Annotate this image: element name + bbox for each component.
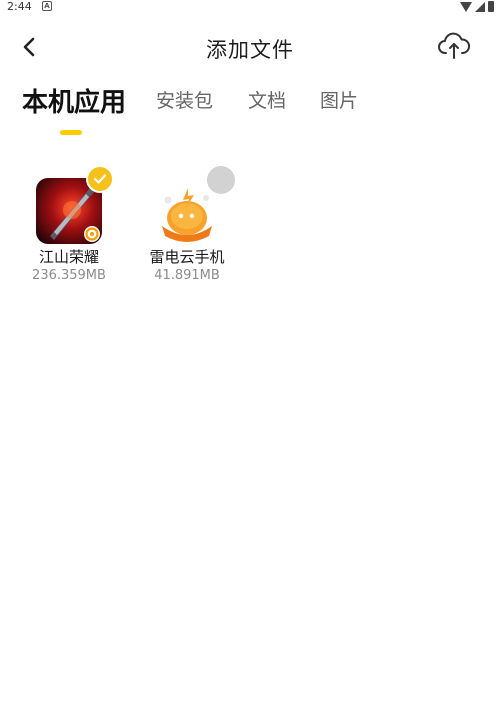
active-tab-indicator xyxy=(60,130,82,135)
check-icon xyxy=(93,174,107,184)
app-name: 江山荣耀 xyxy=(38,248,99,266)
header: 添加文件 xyxy=(0,22,500,72)
tab-install-packages[interactable]: 安装包 xyxy=(156,86,213,113)
battery-icon xyxy=(488,1,494,12)
wifi-icon xyxy=(460,1,472,12)
tab-documents[interactable]: 文档 xyxy=(248,86,286,113)
notification-icon: A xyxy=(42,1,52,11)
selected-check-badge[interactable] xyxy=(86,165,114,193)
signal-icon xyxy=(475,1,485,12)
app-size: 41.891MB xyxy=(154,268,220,283)
cloud-upload-button[interactable] xyxy=(436,30,472,62)
unselected-check-badge[interactable] xyxy=(207,166,235,194)
status-time: 2:44 xyxy=(7,0,32,13)
tab-bar: 本机应用 安装包 文档 图片 xyxy=(0,86,500,136)
app-size: 236.359MB xyxy=(32,268,106,283)
cloud-upload-icon xyxy=(438,32,470,59)
tab-local-apps[interactable]: 本机应用 xyxy=(22,82,126,119)
page-title: 添加文件 xyxy=(206,38,294,62)
status-bar: 2:44 A xyxy=(0,0,500,14)
status-indicators xyxy=(460,0,494,13)
app-name: 雷电云手机 xyxy=(149,248,225,266)
tab-images[interactable]: 图片 xyxy=(320,86,358,113)
